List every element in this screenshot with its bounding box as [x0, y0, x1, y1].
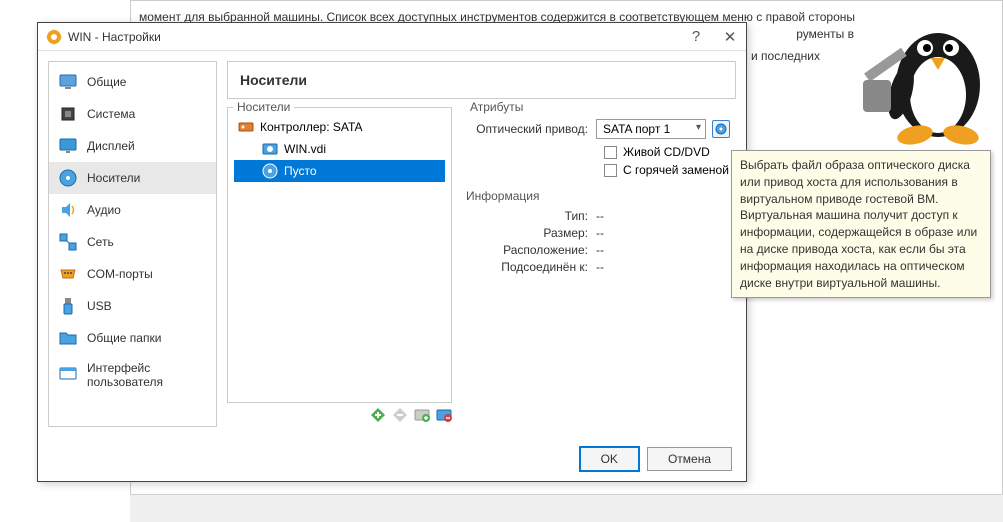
tree-controller[interactable]: Контроллер: SATA — [234, 116, 445, 138]
storage-toolbar — [227, 403, 452, 427]
dialog-title: WIN - Настройки — [68, 30, 688, 44]
tree-item-label: WIN.vdi — [284, 142, 326, 156]
serial-icon — [59, 265, 77, 283]
live-cd-label: Живой CD/DVD — [623, 145, 710, 159]
disk-icon — [59, 169, 77, 187]
tree-controller-label: Контроллер: SATA — [260, 120, 362, 134]
hot-swap-checkbox[interactable] — [604, 164, 617, 177]
info-section-label: Информация — [466, 189, 730, 203]
sidebar-label: Дисплей — [87, 139, 135, 153]
close-button[interactable]: ✕ — [722, 29, 738, 45]
remove-attachment-icon[interactable] — [436, 407, 452, 423]
hdd-icon — [262, 141, 278, 157]
background-footer-stripe — [130, 494, 1003, 522]
tooltip-text: Выбрать файл образа оптического диска ил… — [740, 158, 977, 290]
help-button[interactable]: ? — [688, 29, 704, 45]
sidebar-item-system[interactable]: Система — [49, 98, 216, 130]
add-controller-icon[interactable] — [370, 407, 386, 423]
interface-icon — [59, 366, 77, 384]
attributes-panel: Атрибуты Оптический привод: SATA порт 1 — [460, 107, 736, 427]
page-title: Носители — [240, 72, 723, 88]
info-size-value: -- — [596, 226, 604, 240]
dialog-footer: OK Отмена — [38, 437, 746, 481]
sidebar-item-shared-folders[interactable]: Общие папки — [49, 322, 216, 354]
drive-port-combo[interactable]: SATA порт 1 — [596, 119, 706, 139]
live-cd-checkbox[interactable] — [604, 146, 617, 159]
tooltip: Выбрать файл образа оптического диска ил… — [731, 150, 991, 298]
sidebar-item-display[interactable]: Дисплей — [49, 130, 216, 162]
speaker-icon — [59, 201, 77, 219]
sata-controller-icon — [238, 119, 254, 135]
sidebar-item-network[interactable]: Сеть — [49, 226, 216, 258]
content-area: Носители Носители Контроллер: SATA — [227, 61, 736, 427]
choose-disk-button[interactable] — [712, 120, 730, 138]
sidebar-label: COM-порты — [87, 267, 153, 281]
storage-tree: Контроллер: SATA WIN.vdi Пусто — [234, 116, 445, 182]
sidebar-label: Носители — [87, 171, 140, 185]
background-text-3: и последних — [751, 49, 820, 63]
sidebar-label: Система — [87, 107, 135, 121]
titlebar: WIN - Настройки ? ✕ — [38, 23, 746, 51]
sidebar-label: Сеть — [87, 235, 114, 249]
sidebar-item-general[interactable]: Общие — [49, 66, 216, 98]
network-icon — [59, 233, 77, 251]
sidebar-item-interface[interactable]: Интерфейс пользователя — [49, 354, 216, 396]
sidebar-label: Общие — [87, 75, 126, 89]
attributes-panel-label: Атрибуты — [466, 100, 527, 114]
display-icon — [59, 137, 77, 155]
info-location-label: Расположение: — [466, 243, 596, 257]
info-type-value: -- — [596, 209, 604, 223]
penguin-logo — [863, 0, 1003, 150]
usb-icon — [59, 297, 77, 315]
ok-button[interactable]: OK — [580, 447, 639, 471]
info-attached-label: Подсоединён к: — [466, 260, 596, 274]
hot-swap-label: С горячей заменой — [623, 163, 729, 177]
sidebar-item-usb[interactable]: USB — [49, 290, 216, 322]
settings-dialog: WIN - Настройки ? ✕ Общие Система Диспле… — [37, 22, 747, 482]
page-header: Носители — [227, 61, 736, 99]
add-attachment-icon[interactable] — [414, 407, 430, 423]
cd-small-icon — [715, 123, 727, 135]
sidebar-label: Аудио — [87, 203, 121, 217]
info-type-label: Тип: — [466, 209, 596, 223]
folder-icon — [59, 329, 77, 347]
drive-port-value: SATA порт 1 — [603, 122, 670, 136]
chip-icon — [59, 105, 77, 123]
cd-icon — [262, 163, 278, 179]
sidebar-label: USB — [87, 299, 112, 313]
tree-item-label: Пусто — [284, 164, 317, 178]
sidebar-item-serial[interactable]: COM-порты — [49, 258, 216, 290]
drive-label: Оптический привод: — [466, 122, 596, 136]
info-location-value: -- — [596, 243, 604, 257]
tree-item-vdi[interactable]: WIN.vdi — [234, 138, 445, 160]
gear-icon — [46, 29, 62, 45]
sidebar: Общие Система Дисплей Носители Аудио Сет… — [48, 61, 217, 427]
monitor-icon — [59, 73, 77, 91]
remove-controller-icon[interactable] — [392, 407, 408, 423]
cancel-button[interactable]: Отмена — [647, 447, 732, 471]
sidebar-item-audio[interactable]: Аудио — [49, 194, 216, 226]
sidebar-label: Интерфейс пользователя — [87, 361, 206, 389]
info-attached-value: -- — [596, 260, 604, 274]
info-size-label: Размер: — [466, 226, 596, 240]
sidebar-label: Общие папки — [87, 331, 161, 345]
tree-item-empty[interactable]: Пусто — [234, 160, 445, 182]
sidebar-item-storage[interactable]: Носители — [49, 162, 216, 194]
storage-panel: Носители Контроллер: SATA WIN.vdi — [227, 107, 452, 427]
storage-panel-label: Носители — [233, 100, 294, 114]
